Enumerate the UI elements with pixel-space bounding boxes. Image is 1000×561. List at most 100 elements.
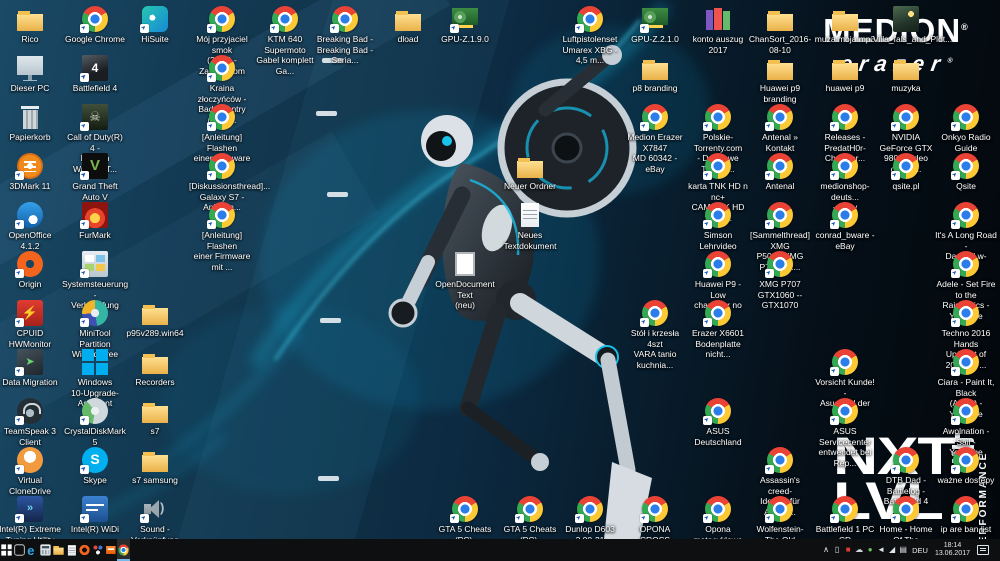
desktop-icon[interactable]: Stół i krzesła 4szt VARA tanio kuchnia..… xyxy=(624,300,686,370)
desktop-icon[interactable]: KTM 640 Supermoto Gabel komplett Ga... xyxy=(254,6,316,76)
chrome-icon xyxy=(951,496,979,523)
desktop-icon[interactable]: Data Migration xyxy=(0,349,61,388)
calculator-icon xyxy=(40,544,51,556)
desktop-icon[interactable]: OpenOffice 4.1.2 xyxy=(0,202,61,251)
desktop-icon[interactable]: Google Chrome xyxy=(64,6,126,45)
folder-icon xyxy=(767,55,793,81)
desktop-icon[interactable]: CrystalDiskMark 5 xyxy=(64,398,126,447)
desktop-icon[interactable]: ip are ban list xyxy=(935,496,997,535)
vlc-taskbar-button[interactable] xyxy=(104,539,117,561)
desktop-icon[interactable]: s7 samsung xyxy=(124,447,186,486)
desktop-icon[interactable]: dload xyxy=(377,6,439,45)
edge-icon xyxy=(27,544,37,555)
desktop-icon[interactable]: Papierkorb xyxy=(0,104,61,143)
notepad-taskbar-button[interactable] xyxy=(65,539,78,561)
desktop-icon[interactable]: muza moja mp3 xyxy=(814,6,876,45)
desktop-icon[interactable]: TeamSpeak 3 Client xyxy=(0,398,61,447)
desktop-icon[interactable]: p95v289.win64 xyxy=(124,300,186,339)
chrome-taskbar-button[interactable] xyxy=(117,539,130,561)
icon-label: Stół i krzesła 4szt VARA tanio kuchnia..… xyxy=(630,328,680,370)
desktop-icon[interactable]: Skype xyxy=(64,447,126,486)
start-taskbar-button[interactable] xyxy=(0,539,13,561)
desktop-icon[interactable]: Medion Erazer X7847 MD 60342 - eBay xyxy=(624,104,686,174)
desktop-icon[interactable]: HiSuite xyxy=(124,6,186,45)
edge-taskbar-button[interactable] xyxy=(26,539,39,561)
desktop-icon[interactable]: Qsite xyxy=(935,153,997,192)
desktop-icon[interactable]: [Anleitung] Flashen einer Firmware mit .… xyxy=(191,202,253,272)
onedrive-icon[interactable]: ☁ xyxy=(855,539,863,561)
desktop-icon[interactable]: 3DMark 11 xyxy=(0,153,61,192)
desktop-icon[interactable]: Huawei p9 branding xyxy=(749,55,811,104)
task-view-taskbar-button[interactable] xyxy=(13,539,26,561)
desktop-icon[interactable]: ASUS Deutschland xyxy=(687,398,749,447)
desktop-icon[interactable]: Intel(R) WiDi xyxy=(64,496,126,535)
desktop-icon[interactable]: Origin xyxy=(0,251,61,290)
icon-label: Villa_fals_and_Plot... xyxy=(873,34,953,44)
chevron-up-icon[interactable]: ∧ xyxy=(822,539,830,561)
calculator-taskbar-button[interactable] xyxy=(39,539,52,561)
hwmonitor-icon[interactable]: ■ xyxy=(844,539,852,561)
desktop-icon[interactable]: s7 xyxy=(124,398,186,437)
xtu-icon xyxy=(15,496,43,523)
desktop-icon[interactable]: konto auszug 2017 xyxy=(687,6,749,55)
language-indicator[interactable]: DEU xyxy=(910,546,930,555)
shortcut-arrow-icon xyxy=(640,514,649,523)
desktop-icon[interactable]: XMG P707 GTX1060 -- GTX1070 xyxy=(749,251,811,311)
desktop-icon[interactable]: Neues Textdokument xyxy=(499,202,561,251)
cod4-icon xyxy=(80,104,108,131)
desktop-icon[interactable]: Recorders xyxy=(124,349,186,388)
desktop-icon[interactable]: Luftpistolenset Umarex XBG - 4,5 m... xyxy=(559,6,621,66)
update-icon[interactable]: ● xyxy=(866,539,874,561)
desktop-icon[interactable]: p8 branding xyxy=(624,55,686,94)
desktop-icon[interactable]: qsite.pl xyxy=(875,153,937,192)
desktop-icon[interactable]: ASUS Servicecenter entwendet bei Rep... xyxy=(814,398,876,468)
shortcut-arrow-icon xyxy=(703,514,712,523)
taskbar-clock[interactable]: 18:14 13.06.2017 xyxy=(933,542,972,558)
desktop-icon[interactable]: ChanSort_2016-08-10 xyxy=(749,6,811,55)
desktop-icon[interactable]: ważne dostępy xyxy=(935,447,997,486)
desktop-icon[interactable]: conrad_bware - eBay xyxy=(814,202,876,251)
network-icon[interactable]: ◢ xyxy=(888,539,896,561)
desktop-icon[interactable]: Onkyo Radio Guide xyxy=(935,104,997,153)
desktop-icons: Rico Dieser PC Papierkorb 3DMark 11 OpenOffi… xyxy=(0,0,1000,561)
desktop-icon[interactable]: Dieser PC xyxy=(0,55,61,94)
gpu-icon xyxy=(450,6,478,33)
folder-icon xyxy=(142,300,168,326)
desktop-icon[interactable]: Sound - Verknüpfung xyxy=(124,496,186,545)
origin-taskbar-button[interactable] xyxy=(78,539,91,561)
file-explorer-taskbar-button[interactable] xyxy=(52,539,65,561)
desktop-icon[interactable]: GPU-Z.1.9.0 xyxy=(434,6,496,45)
desktop-icon[interactable]: huawei p9 xyxy=(814,55,876,94)
icon-label: Huawei p9 branding xyxy=(759,83,801,104)
desktop-icon[interactable]: Battlefield 4 xyxy=(64,55,126,94)
volume-icon[interactable]: ◄ xyxy=(877,539,885,561)
icon-label: Recorders xyxy=(135,377,175,387)
media-app-taskbar-button[interactable] xyxy=(91,539,104,561)
desktop-icon[interactable]: Simson Lehrvideo xyxy=(687,202,749,251)
chrome-icon xyxy=(207,153,235,180)
desktop-icon[interactable]: Grand Theft Auto V xyxy=(64,153,126,202)
shortcut-arrow-icon xyxy=(640,24,649,33)
keyboard-icon[interactable]: ▤ xyxy=(899,539,907,561)
desktop-icon[interactable]: Rico xyxy=(0,6,61,45)
desktop-icon[interactable]: FurMark xyxy=(64,202,126,241)
chrome-icon xyxy=(830,202,858,229)
desktop-icon[interactable]: Breaking Bad - Breaking Bad - Seria... xyxy=(314,6,376,66)
desktop-icon[interactable]: Antenal » Kontakt xyxy=(749,104,811,153)
desktop-icon[interactable]: Villa_fals_and_Plot... xyxy=(873,6,953,45)
desktop-icon[interactable]: muzyka xyxy=(875,55,937,94)
desktop-icon[interactable]: OpenDocument Text (neu) xyxy=(434,251,496,311)
battery-icon[interactable]: ▯ xyxy=(833,539,841,561)
desktop-icon[interactable]: Intel(R) Extreme Tuning Utility xyxy=(0,496,61,545)
icon-label: ChanSort_2016-08-10 xyxy=(748,34,812,55)
shortcut-arrow-icon xyxy=(270,24,279,33)
desktop-icon[interactable]: GPU-Z.2.1.0 xyxy=(624,6,686,45)
desktop-icon[interactable]: CPUID HWMonitor xyxy=(0,300,61,349)
desktop-icon[interactable]: Virtual CloneDrive xyxy=(0,447,61,496)
action-center-icon[interactable] xyxy=(977,545,989,555)
desktop-icon[interactable]: Erazer X6601 Bodenplatte nicht... xyxy=(687,300,749,360)
desktop-icon[interactable]: Antenal xyxy=(749,153,811,192)
icon-label: Grand Theft Auto V xyxy=(72,181,118,202)
icon-label: GPU-Z.2.1.0 xyxy=(631,34,679,44)
desktop-icon[interactable]: Neuer Ordner xyxy=(499,153,561,192)
